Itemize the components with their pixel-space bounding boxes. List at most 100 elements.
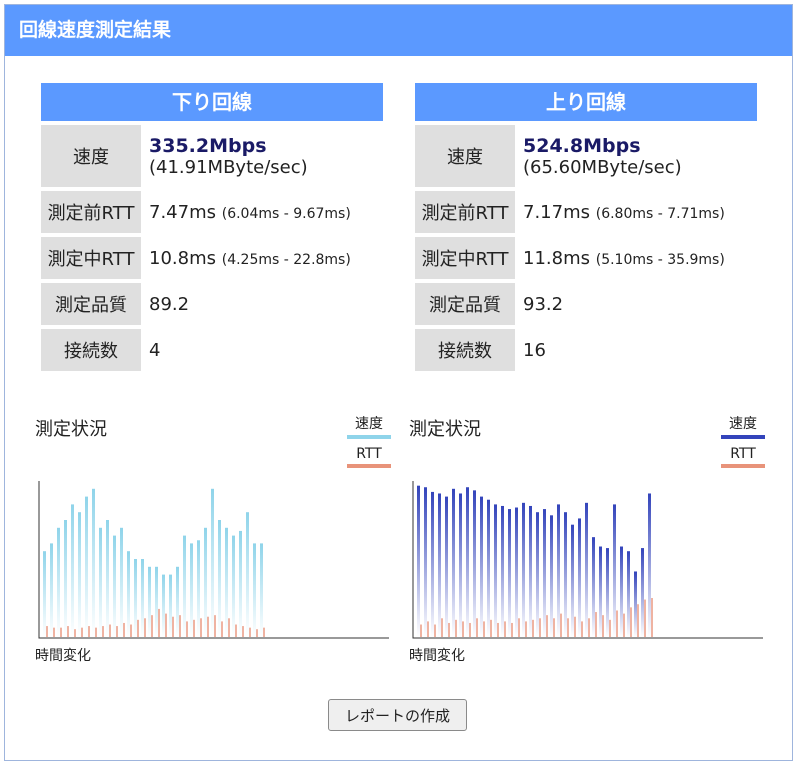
rtt-bar [81,627,83,637]
download-quality-row: 測定品質 89.2 [41,283,383,325]
result-frame: 回線速度測定結果 下り回線 速度 335.2Mbps (41.91MByte/s… [4,4,793,761]
download-pre-rtt-value: 7.47ms [149,201,216,223]
speed-bar [120,527,123,637]
rtt-bar [263,627,265,637]
upload-speed-row: 速度 524.8Mbps (65.60MByte/sec) [415,125,757,187]
row-label: 速度 [41,125,141,187]
rtt-bar [581,621,583,637]
legend-label: RTT [730,446,756,462]
speed-bar [211,488,214,637]
rtt-bar [476,618,478,637]
upload-speed-bytes: (65.60MByte/sec) [523,156,682,178]
speed-bar [99,527,102,637]
rtt-bar [242,626,244,637]
rtt-bar [616,610,618,637]
speed-bar [134,559,137,637]
upload-panel: 上り回線 速度 524.8Mbps (65.60MByte/sec) 測定前RT… [415,83,757,371]
speed-bar [634,571,637,637]
rtt-bar [588,618,590,637]
upload-mid-rtt-value: 11.8ms [523,247,590,269]
speed-bar [473,490,476,637]
legend-swatch [721,464,765,468]
upload-mid-rtt-row: 測定中RTT 11.8ms (5.10ms - 35.9ms) [415,237,757,279]
speed-bar [585,502,588,637]
speed-bar [543,509,546,637]
rtt-bar [630,607,632,637]
row-label: 接続数 [41,329,141,371]
rtt-bar [130,624,132,637]
rtt-bar [256,629,258,637]
download-pre-rtt-row: 測定前RTT 7.47ms (6.04ms - 9.67ms) [41,191,383,233]
rtt-bar [574,616,576,637]
row-label: 速度 [415,125,515,187]
rtt-bar [511,622,513,637]
rtt-bar [637,604,639,637]
page-title: 回線速度測定結果 [5,5,792,56]
speed-bar [508,509,511,637]
speed-bar [424,487,427,637]
speed-bar [613,504,616,637]
speed-bar [260,543,263,637]
rtt-bar [609,619,611,637]
download-connections-row: 接続数 4 [41,329,383,371]
row-label: 測定品質 [415,283,515,325]
create-report-button[interactable]: レポートの作成 [328,699,467,731]
speed-bar [190,543,193,637]
speed-bar [452,488,455,637]
rtt-bar [102,626,104,637]
speed-bar [50,543,53,637]
rtt-bar [137,619,139,637]
download-chart [38,481,389,639]
rtt-bar [179,615,181,637]
speed-bar [43,551,46,637]
speed-bar [113,535,116,637]
rtt-bar [200,618,202,637]
rtt-bar [427,621,429,637]
speed-bar [480,496,483,637]
speed-bar [648,493,651,637]
download-legend-speed: 速度 [347,413,391,439]
rtt-bar [60,627,62,637]
speed-bar [57,527,60,637]
speed-bar [459,493,462,637]
row-label: 接続数 [415,329,515,371]
speed-bar [641,548,644,637]
rtt-bar [497,622,499,637]
speed-bar [155,566,158,637]
rtt-bar [595,612,597,637]
rtt-bar [525,621,527,637]
speed-bar [183,535,186,637]
rtt-bar [151,615,153,637]
download-chart-xlabel: 時間変化 [35,648,91,664]
speed-bar [225,527,228,637]
download-chart-title: 測定状況 [35,419,107,440]
speed-bar [92,488,95,637]
rtt-bar [546,615,548,637]
rtt-bar [172,616,174,637]
rtt-bar [95,627,97,637]
speed-bar [141,559,144,637]
speed-bar [239,530,242,637]
download-mid-rtt-range: (4.25ms - 22.8ms) [221,251,351,268]
speed-bar [445,496,448,637]
speed-bar [64,520,67,637]
speed-bar [557,504,560,637]
rtt-bar [490,619,492,637]
upload-panel-title: 上り回線 [415,83,757,121]
legend-label: RTT [356,446,382,462]
speed-bar [522,502,525,637]
speed-bar [438,493,441,637]
legend-swatch [721,435,765,439]
rtt-bar [165,613,167,637]
speed-bar [571,524,574,637]
rtt-bar [483,621,485,637]
speed-bar [529,505,532,637]
rtt-bar [221,621,223,637]
upload-connections-value: 16 [523,339,546,361]
rtt-bar [455,619,457,637]
row-label: 測定品質 [41,283,141,325]
speed-bar [487,499,490,637]
rtt-bar [109,624,111,637]
speed-bar [85,496,88,637]
rtt-bar [74,629,76,637]
